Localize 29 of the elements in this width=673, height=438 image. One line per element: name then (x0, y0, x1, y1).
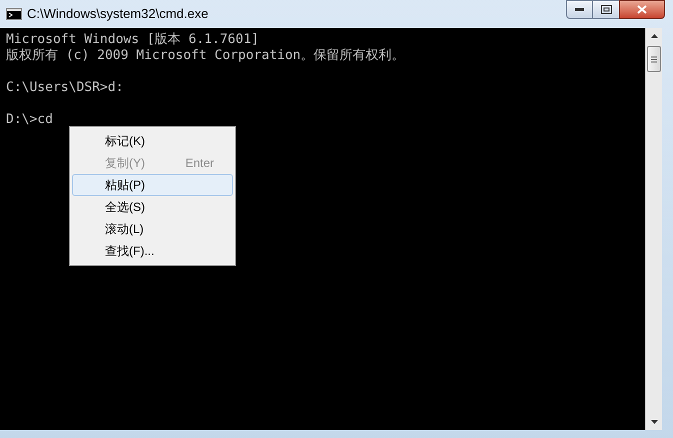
menu-item[interactable]: 粘贴(P) (72, 174, 233, 196)
console-app-icon (6, 8, 22, 20)
menu-item[interactable]: 滚动(L) (72, 218, 233, 240)
menu-item-label: 全选(S) (105, 199, 145, 216)
console-line: Microsoft Windows [版本 6.1.7601] (6, 32, 260, 48)
window-title: C:\Windows\system32\cmd.exe (27, 5, 208, 24)
console-line: C:\Users\DSR>d: (6, 80, 124, 96)
shortcut-label: Enter (185, 155, 214, 172)
maximize-button[interactable] (593, 0, 619, 19)
console-line: D:\>cd (6, 112, 54, 128)
menu-item-label: 滚动(L) (105, 221, 144, 238)
restore-icon (600, 5, 612, 14)
menu-item-label: 标记(K) (105, 133, 145, 150)
menu-item[interactable]: 查找(F)... (72, 240, 233, 262)
minimize-icon (575, 8, 584, 11)
grip-icon (651, 56, 657, 62)
menu-item[interactable]: 全选(S) (72, 196, 233, 218)
scroll-up-icon[interactable] (650, 34, 658, 38)
scroll-down-icon[interactable] (650, 420, 658, 424)
vertical-scrollbar[interactable] (645, 28, 662, 430)
close-button[interactable] (619, 0, 665, 19)
menu-item-label: 粘贴(P) (105, 177, 145, 194)
menu-item-label: 查找(F)... (105, 243, 154, 260)
minimize-button[interactable] (566, 0, 593, 19)
menu-item-label: 复制(Y) (105, 155, 145, 172)
console-line: 版权所有 (c) 2009 Microsoft Corporation。保留所有权利。 (6, 48, 406, 64)
menu-item[interactable]: 标记(K) (72, 130, 233, 152)
close-icon (637, 5, 647, 14)
scrollbar-thumb[interactable] (647, 46, 661, 72)
